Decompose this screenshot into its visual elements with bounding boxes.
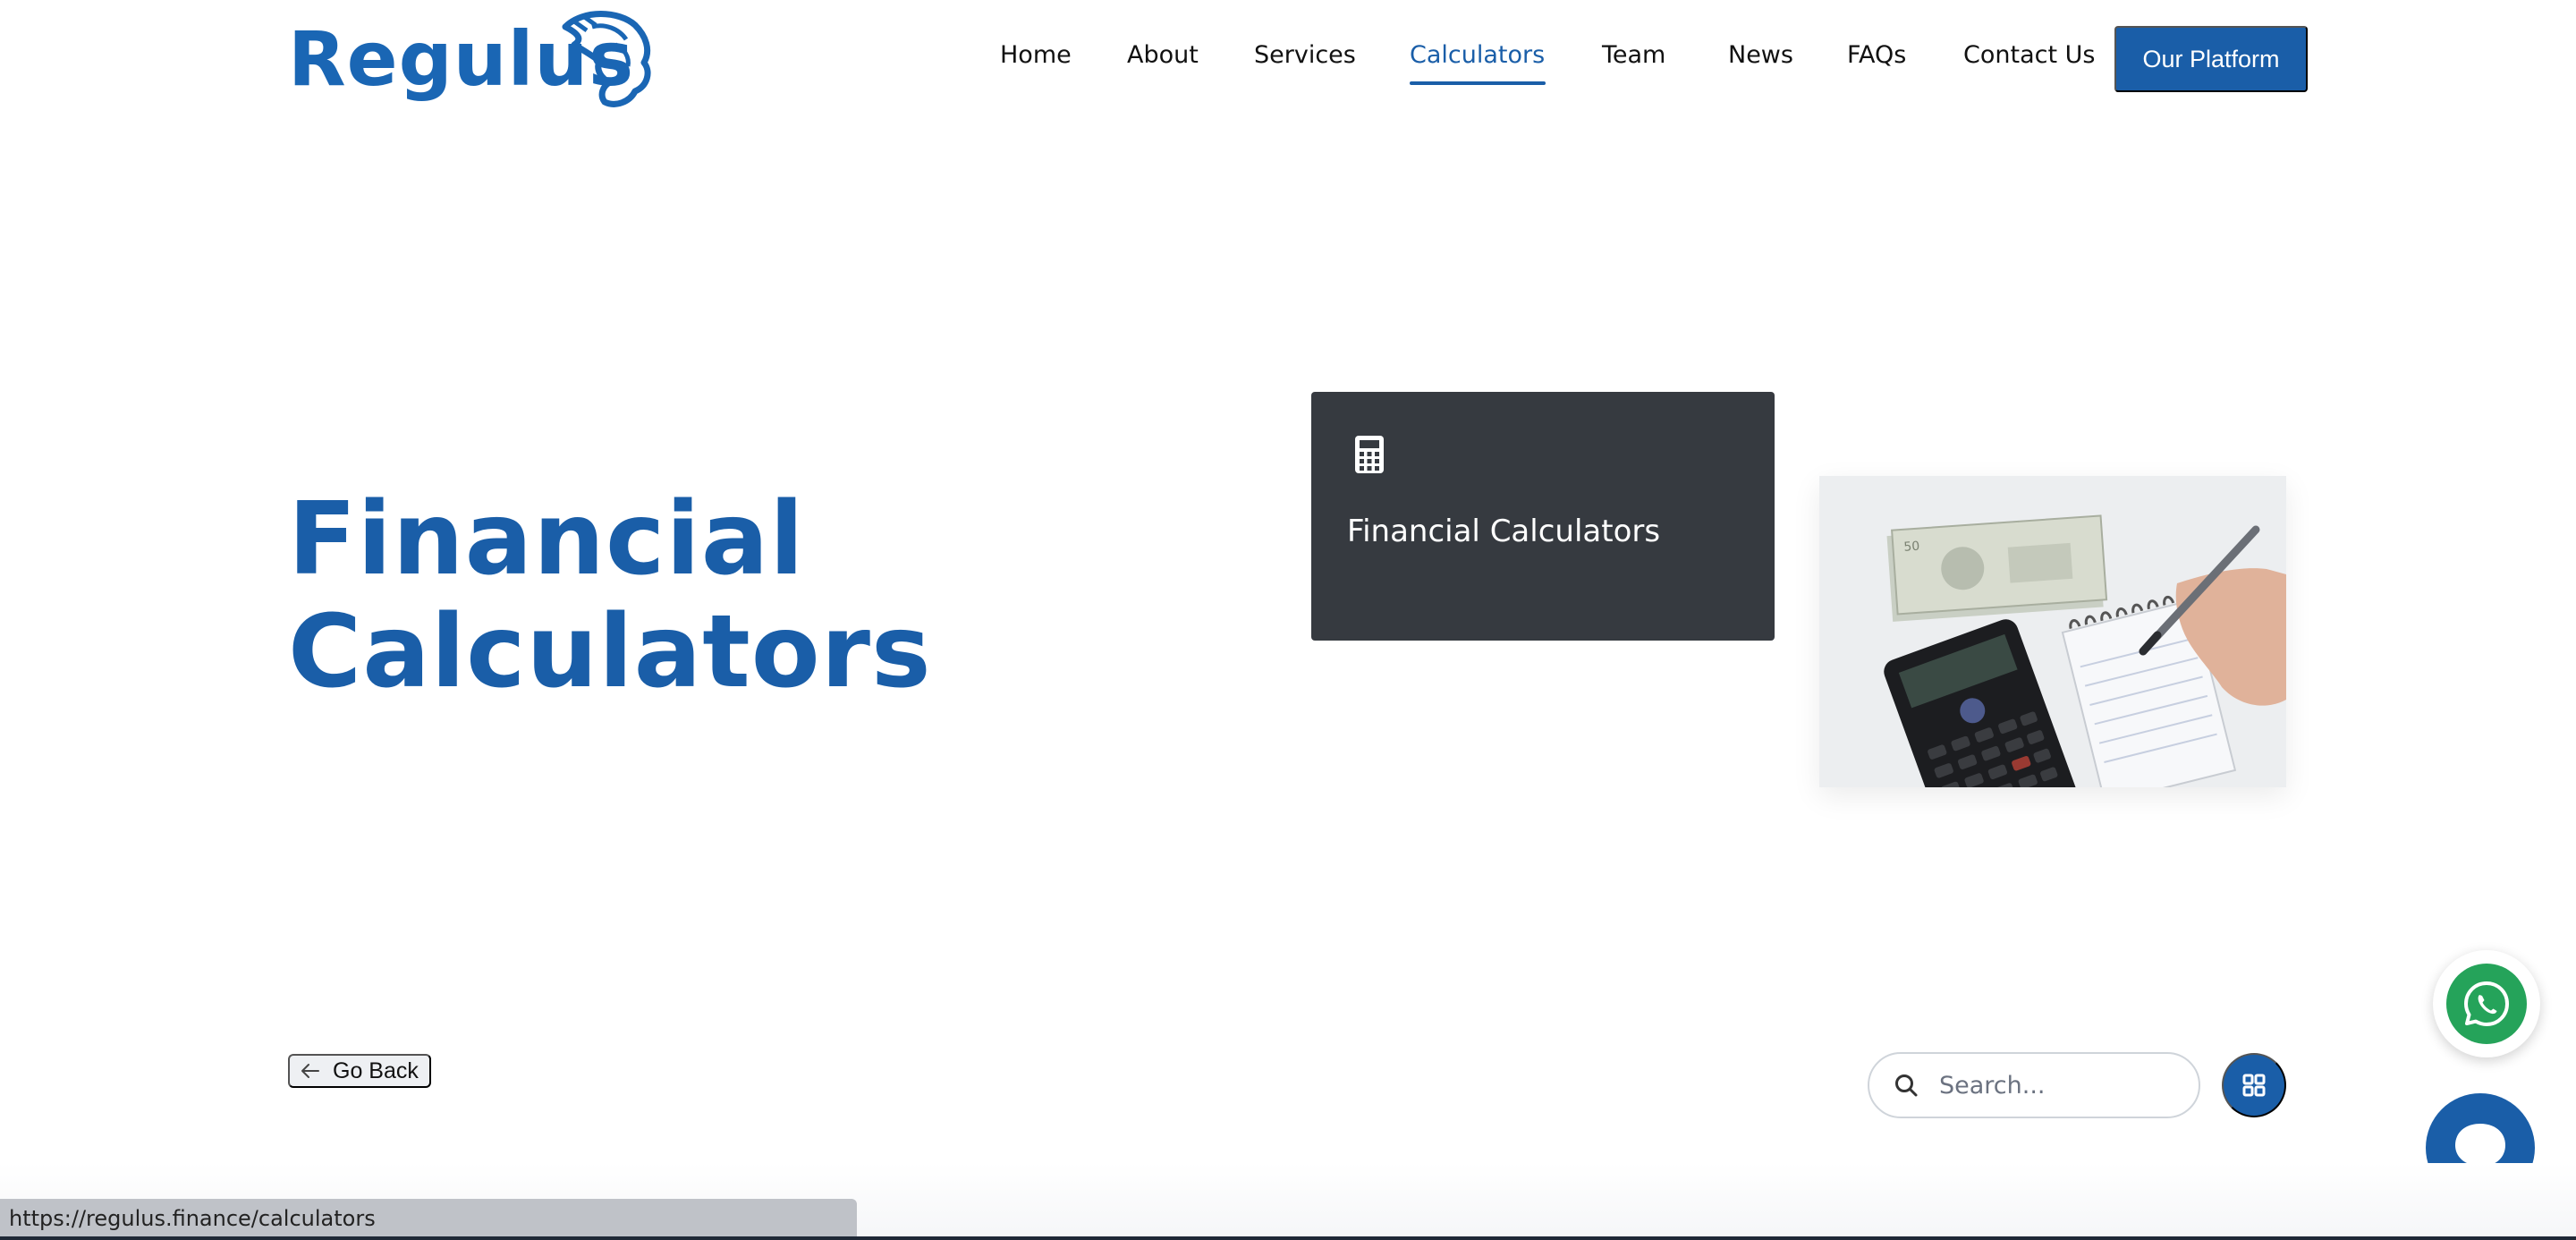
nav-home[interactable]: Home [1000,41,1072,69]
page-title-line2: Calculators [288,594,932,710]
search-icon [1895,1074,1918,1097]
nav-contact-us[interactable]: Contact Us [1963,41,2095,69]
browser-status-bar: https://regulus.finance/calculators [0,1199,857,1238]
go-back-label: Go Back [333,1057,419,1083]
go-back-button[interactable]: Go Back [288,1054,431,1088]
grid-icon [2242,1074,2266,1097]
whatsapp-icon [2464,981,2509,1026]
nav-active-underline [1410,81,1546,85]
bottom-edge [0,1236,2576,1240]
calculator-icon [1355,436,1384,473]
status-url: https://regulus.finance/calculators [9,1206,376,1231]
financial-calculators-card[interactable]: Financial Calculators [1311,392,1775,641]
nav-news[interactable]: News [1728,41,1793,69]
calculator-photo-illustration: 50 [1819,476,2286,787]
our-platform-button[interactable]: Our Platform [2114,26,2308,92]
page-title-line1: Financial [288,481,805,598]
calculator-photo: 50 [1819,476,2286,787]
nav-team[interactable]: Team [1602,41,1665,69]
lion-logo-icon [562,11,651,107]
svg-text:50: 50 [1903,539,1920,555]
whatsapp-circle [2446,964,2527,1044]
nav-faqs[interactable]: FAQs [1847,41,1906,69]
regulus-logo[interactable]: Regulus [288,7,651,111]
search-box[interactable] [1868,1052,2200,1118]
card-title: Financial Calculators [1347,514,1661,549]
grid-view-button[interactable] [2222,1053,2286,1117]
page-title: Financial Calculators [288,483,932,709]
whatsapp-button[interactable] [2433,950,2540,1057]
nav-services[interactable]: Services [1254,41,1356,69]
search-input[interactable] [1939,1071,2190,1100]
arrow-left-icon [301,1064,319,1078]
nav-calculators[interactable]: Calculators [1410,41,1545,69]
nav-about[interactable]: About [1127,41,1199,69]
